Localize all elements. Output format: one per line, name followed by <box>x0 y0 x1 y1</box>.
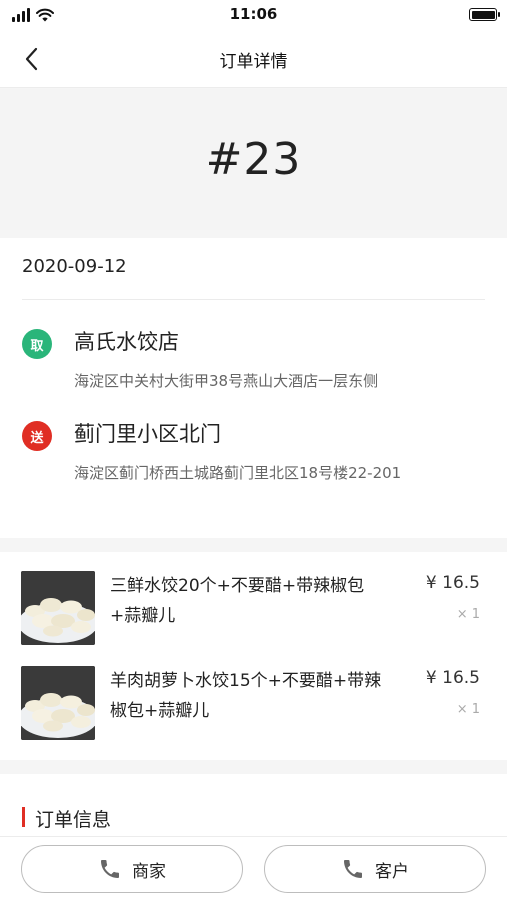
item-name: 三鲜水饺20个+不要醋+带辣椒包+蒜瓣儿 <box>110 576 365 626</box>
bottom-action-bar: 商家 客户 <box>0 836 507 900</box>
section-accent-bar <box>22 807 25 827</box>
dumpling-thumbnail <box>21 571 95 645</box>
pickup-address: 海淀区中关村大街甲38号燕山大酒店一层东侧 <box>74 372 379 390</box>
pickup-badge: 取 <box>22 329 52 359</box>
pickup-stop: 取 高氏水饺店 海淀区中关村大街甲38号燕山大酒店一层东侧 <box>22 326 485 396</box>
pickup-name: 高氏水饺店 <box>74 330 179 354</box>
dropoff-address: 海淀区蓟门桥西土城路蓟门里北区18号楼22-201 <box>74 464 402 482</box>
page-title: 订单详情 <box>219 52 288 72</box>
section-title: 订单信息 <box>35 809 112 831</box>
dropoff-name: 蓟门里小区北门 <box>74 422 221 446</box>
list-item: 羊肉胡萝卜水饺15个+不要醋+带辣椒包+蒜瓣儿 ¥ 16.5 × 1 <box>0 666 507 748</box>
order-number-panel: #23 <box>0 89 507 230</box>
item-quantity: × 1 <box>456 607 480 622</box>
nav-bar: 订单详情 <box>0 30 507 88</box>
order-items-card: 三鲜水饺20个+不要醋+带辣椒包+蒜瓣儿 ¥ 16.5 × 1 羊肉胡萝卜水饺1… <box>0 552 507 760</box>
list-item: 三鲜水饺20个+不要醋+带辣椒包+蒜瓣儿 ¥ 16.5 × 1 <box>0 571 507 653</box>
order-number: #23 <box>205 134 302 185</box>
order-route-card: 2020-09-12 取 高氏水饺店 海淀区中关村大街甲38号燕山大酒店一层东侧… <box>0 238 507 538</box>
call-customer-button[interactable]: 客户 <box>264 845 486 893</box>
phone-icon <box>344 860 362 878</box>
status-bar: 11:06 <box>0 0 507 30</box>
battery-icon <box>469 8 500 21</box>
dropoff-stop: 送 蓟门里小区北门 海淀区蓟门桥西土城路蓟门里北区18号楼22-201 <box>22 418 485 518</box>
call-merchant-button[interactable]: 商家 <box>21 845 243 893</box>
call-merchant-label: 商家 <box>132 861 166 882</box>
call-customer-label: 客户 <box>375 861 409 882</box>
item-price: ¥ 16.5 <box>425 573 480 593</box>
order-date: 2020-09-12 <box>22 256 127 277</box>
status-time: 11:06 <box>229 5 278 23</box>
divider <box>22 299 485 300</box>
item-name: 羊肉胡萝卜水饺15个+不要醋+带辣椒包+蒜瓣儿 <box>110 671 382 721</box>
dumpling-thumbnail <box>21 666 95 740</box>
item-quantity: × 1 <box>456 702 480 717</box>
item-price: ¥ 16.5 <box>425 668 480 688</box>
dropoff-badge: 送 <box>22 421 52 451</box>
phone-icon <box>101 860 119 878</box>
